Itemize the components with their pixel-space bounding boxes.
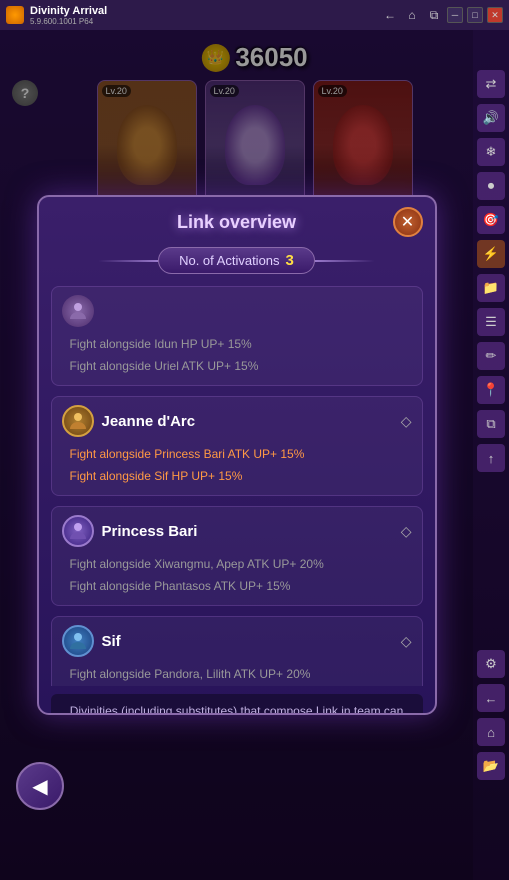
char-section-3-header: Sif ◇ bbox=[62, 625, 412, 657]
activations-label: No. of Activations bbox=[179, 253, 279, 268]
tooltip-text: Divinities (including substitutes) that … bbox=[70, 704, 404, 715]
directory-icon[interactable]: 📂 bbox=[477, 752, 505, 780]
char-1-avatar bbox=[62, 405, 94, 437]
char-2-avatar bbox=[62, 515, 94, 547]
char-2-link-icon: ◇ bbox=[401, 523, 412, 540]
link-2-1: Fight alongside Phantasos ATK UP+ 15% bbox=[62, 575, 412, 597]
game-area: 👑 36050 ? Lv.20 Lv.20 Lv.20 bbox=[0, 30, 509, 880]
record-icon[interactable]: ⏺ bbox=[477, 172, 505, 200]
char-section-1-header: Jeanne d'Arc ◇ bbox=[62, 405, 412, 437]
char-3-name: Sif bbox=[102, 633, 121, 650]
close-button[interactable]: ✕ bbox=[487, 7, 503, 23]
link-3-1: Fight alongside Uriel HP UP+ 15% bbox=[62, 685, 412, 686]
char-1-name: Jeanne d'Arc bbox=[102, 413, 196, 430]
char-3-avatar bbox=[62, 625, 94, 657]
title-bar: Divinity Arrival 5.9.600.1001 P64 ← ⌂ ⧉ … bbox=[0, 0, 509, 30]
home-icon[interactable]: ⌂ bbox=[477, 718, 505, 746]
app-icon bbox=[6, 6, 24, 24]
modal-title-bar: Link overview ✕ bbox=[39, 197, 435, 247]
link-overview-modal: Link overview ✕ No. of Activations 3 bbox=[37, 195, 437, 715]
activations-line-left bbox=[98, 260, 158, 262]
char-section-2: Princess Bari ◇ Fight alongside Xiwangmu… bbox=[51, 506, 423, 606]
app-subtitle: 5.9.600.1001 P64 bbox=[30, 17, 107, 26]
folder-icon[interactable]: 📁 bbox=[477, 274, 505, 302]
modal-overlay: Link overview ✕ No. of Activations 3 bbox=[0, 30, 473, 880]
maximize-button[interactable]: □ bbox=[467, 7, 483, 23]
layers-icon[interactable]: ⧉ bbox=[477, 410, 505, 438]
activations-badge: No. of Activations 3 bbox=[158, 247, 315, 274]
back-icon[interactable]: ← bbox=[477, 684, 505, 712]
nav-back-btn[interactable]: ← bbox=[381, 6, 399, 24]
app-title-group: Divinity Arrival 5.9.600.1001 P64 bbox=[30, 5, 107, 26]
activations-count: 3 bbox=[286, 252, 294, 269]
char-3-link-icon: ◇ bbox=[401, 633, 412, 650]
char-section-3: Sif ◇ Fight alongside Pandora, Lilith AT… bbox=[51, 616, 423, 686]
window-controls: ← ⌂ ⧉ ─ □ ✕ bbox=[381, 6, 503, 24]
activations-row: No. of Activations 3 bbox=[39, 247, 435, 274]
nav-home-btn[interactable]: ⌂ bbox=[403, 6, 421, 24]
nav-pages-btn[interactable]: ⧉ bbox=[425, 6, 443, 24]
link-1-1: Fight alongside Sif HP UP+ 15% bbox=[62, 465, 412, 487]
freeze-icon[interactable]: ❄ bbox=[477, 138, 505, 166]
minimize-button[interactable]: ─ bbox=[447, 7, 463, 23]
arrow-button[interactable]: ◀ bbox=[16, 762, 64, 810]
list-icon[interactable]: ☰ bbox=[477, 308, 505, 336]
char-section-0: Fight alongside Idun HP UP+ 15% Fight al… bbox=[51, 286, 423, 386]
modal-close-button[interactable]: ✕ bbox=[393, 207, 423, 237]
modal-scroll-area[interactable]: Fight alongside Idun HP UP+ 15% Fight al… bbox=[39, 286, 435, 686]
pin-icon[interactable]: 📍 bbox=[477, 376, 505, 404]
right-panel: ⇄ 🔊 ❄ ⏺ 🎯 ⚡ 📁 ☰ ✏ 📍 ⧉ ↑ ⚙ ← ⌂ 📂 bbox=[473, 30, 509, 880]
tooltip-bar: Divinities (including substitutes) that … bbox=[51, 694, 423, 715]
char-section-2-header: Princess Bari ◇ bbox=[62, 515, 412, 547]
enhance-icon[interactable]: ⚡ bbox=[477, 240, 505, 268]
char-0-avatar bbox=[62, 295, 94, 327]
arrow-icon: ◀ bbox=[32, 774, 47, 799]
link-0-0: Fight alongside Idun HP UP+ 15% bbox=[62, 333, 412, 355]
modal-title: Link overview bbox=[177, 212, 296, 233]
export-icon[interactable]: ↑ bbox=[477, 444, 505, 472]
link-1-0: Fight alongside Princess Bari ATK UP+ 15… bbox=[62, 443, 412, 465]
target-icon[interactable]: 🎯 bbox=[477, 206, 505, 234]
link-2-0: Fight alongside Xiwangmu, Apep ATK UP+ 2… bbox=[62, 553, 412, 575]
link-3-0: Fight alongside Pandora, Lilith ATK UP+ … bbox=[62, 663, 412, 685]
activations-line-right bbox=[315, 260, 375, 262]
settings-icon[interactable]: ⚙ bbox=[477, 650, 505, 678]
sound-icon[interactable]: 🔊 bbox=[477, 104, 505, 132]
edit-icon[interactable]: ✏ bbox=[477, 342, 505, 370]
char-section-1: Jeanne d'Arc ◇ Fight alongside Princess … bbox=[51, 396, 423, 496]
char-1-link-icon: ◇ bbox=[401, 413, 412, 430]
char-2-name: Princess Bari bbox=[102, 523, 198, 540]
link-0-1: Fight alongside Uriel ATK UP+ 15% bbox=[62, 355, 412, 377]
char-section-0-header bbox=[62, 295, 412, 327]
app-title: Divinity Arrival bbox=[30, 5, 107, 17]
swap-icon[interactable]: ⇄ bbox=[477, 70, 505, 98]
